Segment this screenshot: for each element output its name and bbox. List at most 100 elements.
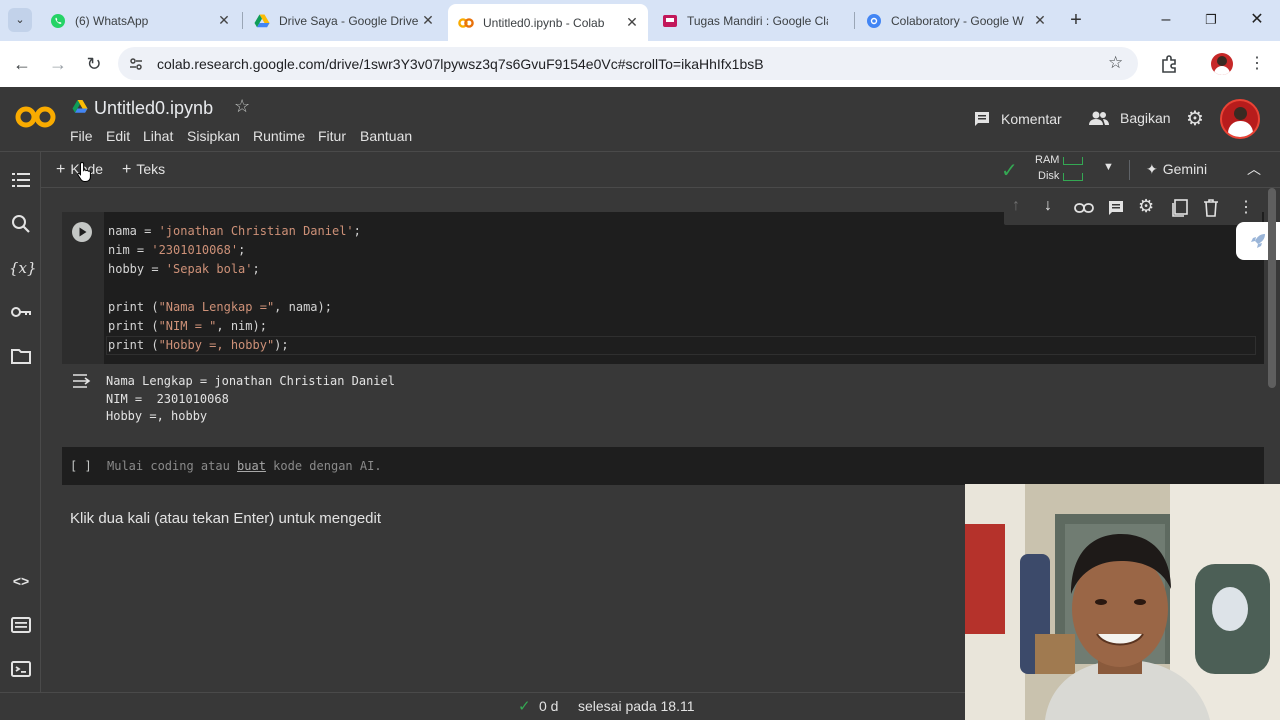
google-classroom-icon	[663, 14, 677, 27]
code-token: ;	[353, 224, 361, 238]
menu-help[interactable]: Bantuan	[360, 128, 412, 144]
extensions-icon[interactable]	[1159, 54, 1179, 74]
plus-icon: +	[56, 161, 66, 178]
string-token: 'jonathan Christian Daniel'	[158, 224, 354, 238]
string-token: '2301010068'	[151, 243, 239, 257]
placeholder-prefix: Mulai coding atau	[107, 459, 238, 473]
new-tab-button[interactable]: +	[1064, 8, 1088, 32]
generate-with-ai-link[interactable]: buat	[237, 459, 266, 473]
add-comment-icon[interactable]	[1107, 199, 1125, 217]
notebook-scrollbar[interactable]	[1268, 188, 1276, 388]
close-tab-icon[interactable]: ✕	[216, 12, 232, 29]
share-button[interactable]: Bagikan	[1088, 110, 1171, 126]
menu-insert[interactable]: Sisipkan	[187, 128, 240, 144]
browser-tab-drive[interactable]: Drive Saya - Google Drive ✕	[244, 6, 444, 35]
browser-tab-classroom[interactable]: Tugas Mandiri : Google Classroom	[652, 6, 852, 35]
add-text-button[interactable]: + Teks	[122, 161, 165, 179]
output-actions-icon[interactable]	[72, 373, 94, 389]
search-icon[interactable]	[9, 212, 33, 236]
browser-tab-strip: ⌄ (6) WhatsApp ✕ Drive Saya - Google Dri…	[0, 0, 1280, 41]
tab-title: Drive Saya - Google Drive	[279, 13, 419, 28]
resource-monitor[interactable]: ✓ RAM Disk ▼	[1001, 152, 1114, 188]
site-info-icon[interactable]	[128, 56, 144, 72]
browser-tab-whatsapp[interactable]: (6) WhatsApp ✕	[40, 6, 240, 35]
cell-settings-icon[interactable]: ⚙	[1138, 196, 1154, 217]
command-palette-icon[interactable]	[9, 613, 33, 637]
comment-button[interactable]: Komentar	[973, 110, 1062, 128]
mirror-cell-icon[interactable]	[1171, 199, 1189, 217]
runtime-dropdown-icon[interactable]: ▼	[1103, 161, 1114, 173]
link-icon[interactable]	[1074, 200, 1094, 216]
connected-check-icon: ✓	[1001, 160, 1018, 182]
collapse-header-icon[interactable]: ︿	[1247, 159, 1261, 179]
more-options-icon[interactable]: ⋮	[1238, 197, 1254, 217]
code-line[interactable]: print ("Hobby =, hobby");	[108, 336, 361, 355]
cell-execution-brackets: [ ]	[70, 459, 92, 473]
colab-icon	[458, 17, 474, 28]
close-tab-icon[interactable]: ✕	[420, 12, 436, 29]
notebook-title[interactable]: Untitled0.ipynb	[94, 98, 213, 119]
bookmark-star-icon[interactable]: ☆	[1108, 53, 1123, 73]
star-icon[interactable]: ☆	[234, 96, 250, 117]
code-line[interactable]: print ("Nama Lengkap =", nama);	[108, 298, 361, 317]
whatsapp-icon	[51, 13, 65, 28]
secrets-key-icon[interactable]	[9, 300, 33, 324]
account-avatar[interactable]	[1220, 99, 1260, 139]
browser-tab-colab[interactable]: Untitled0.ipynb - Colab ✕	[448, 4, 648, 41]
terminal-icon[interactable]	[9, 657, 33, 681]
gemini-button[interactable]: ✦ Gemini	[1146, 161, 1207, 178]
execution-time[interactable]: 0 d	[539, 698, 558, 714]
code-line[interactable]: nim = '2301010068';	[108, 241, 361, 260]
tab-search-button[interactable]: ⌄	[8, 8, 32, 32]
output-line: Hobby =, hobby	[106, 409, 208, 423]
menu-edit[interactable]: Edit	[106, 128, 130, 144]
code-line[interactable]	[108, 279, 361, 298]
restore-icon[interactable]: ❐	[1197, 8, 1225, 32]
colab-logo-icon	[15, 106, 56, 128]
google-workspace-icon	[867, 13, 881, 28]
delete-cell-icon[interactable]	[1203, 199, 1219, 217]
code-token: ;	[238, 243, 246, 257]
menu-file[interactable]: File	[70, 128, 93, 144]
table-of-contents-icon[interactable]	[9, 168, 33, 192]
output-line: Nama Lengkap = jonathan Christian Daniel	[106, 374, 395, 388]
variables-icon[interactable]: {x}	[9, 256, 37, 280]
address-bar[interactable]: colab.research.google.com/drive/1swr3Y3v…	[118, 47, 1138, 80]
run-cell-button[interactable]	[71, 221, 93, 243]
close-tab-icon[interactable]: ✕	[1032, 12, 1048, 29]
text-cell-hint[interactable]: Klik dua kali (atau tekan Enter) untuk m…	[70, 510, 381, 527]
colab-header: Untitled0.ipynb ☆ File Edit Lihat Sisipk…	[0, 87, 1280, 152]
menu-view[interactable]: Lihat	[143, 128, 173, 144]
files-folder-icon[interactable]	[9, 344, 33, 368]
plus-icon: +	[122, 161, 132, 178]
code-line[interactable]: hobby = 'Sepak bola';	[108, 260, 361, 279]
reload-icon[interactable]: ↻	[81, 51, 107, 77]
browser-menu-icon[interactable]: ⋮	[1244, 51, 1270, 77]
tab-title: Colaboratory - Google W	[891, 13, 1024, 28]
browser-toolbar: ← → ↻ colab.research.google.com/drive/1s…	[0, 41, 1280, 87]
completion-status: selesai pada 18.11	[578, 698, 695, 714]
code-snippets-icon[interactable]: <>	[9, 569, 33, 593]
menu-tools[interactable]: Fitur	[318, 128, 346, 144]
colab-logo[interactable]	[14, 105, 58, 134]
browser-tab-workspace[interactable]: Colaboratory - Google W ✕	[856, 6, 1056, 35]
menu-runtime[interactable]: Runtime	[253, 128, 305, 144]
code-line[interactable]: nama = 'jonathan Christian Daniel';	[108, 222, 361, 241]
close-window-icon[interactable]: ✕	[1243, 8, 1271, 32]
back-icon[interactable]: ←	[9, 51, 35, 77]
string-token: 'Sepak bola'	[165, 262, 253, 276]
minimize-icon[interactable]: –	[1152, 8, 1180, 32]
code-line[interactable]: print ("NIM = ", nim);	[108, 317, 361, 336]
close-tab-icon[interactable]: ✕	[624, 14, 640, 31]
empty-code-cell[interactable]: [ ] Mulai coding atau buat kode dengan A…	[62, 447, 1264, 485]
gemini-sparkle-icon: ✦	[1146, 161, 1158, 177]
cell-placeholder: Mulai coding atau buat kode dengan AI.	[107, 459, 382, 473]
code-editor[interactable]: nama = 'jonathan Christian Daniel'; nim =…	[108, 222, 361, 355]
settings-gear-icon[interactable]: ⚙	[1186, 106, 1204, 131]
move-cell-up-icon[interactable]: ↑	[1012, 197, 1020, 215]
profile-avatar[interactable]	[1211, 53, 1233, 75]
move-cell-down-icon[interactable]: ↓	[1044, 197, 1052, 215]
forward-icon[interactable]: →	[45, 51, 71, 77]
webcam-overlay	[965, 484, 1280, 720]
string-token: "Nama Lengkap ="	[158, 300, 275, 314]
